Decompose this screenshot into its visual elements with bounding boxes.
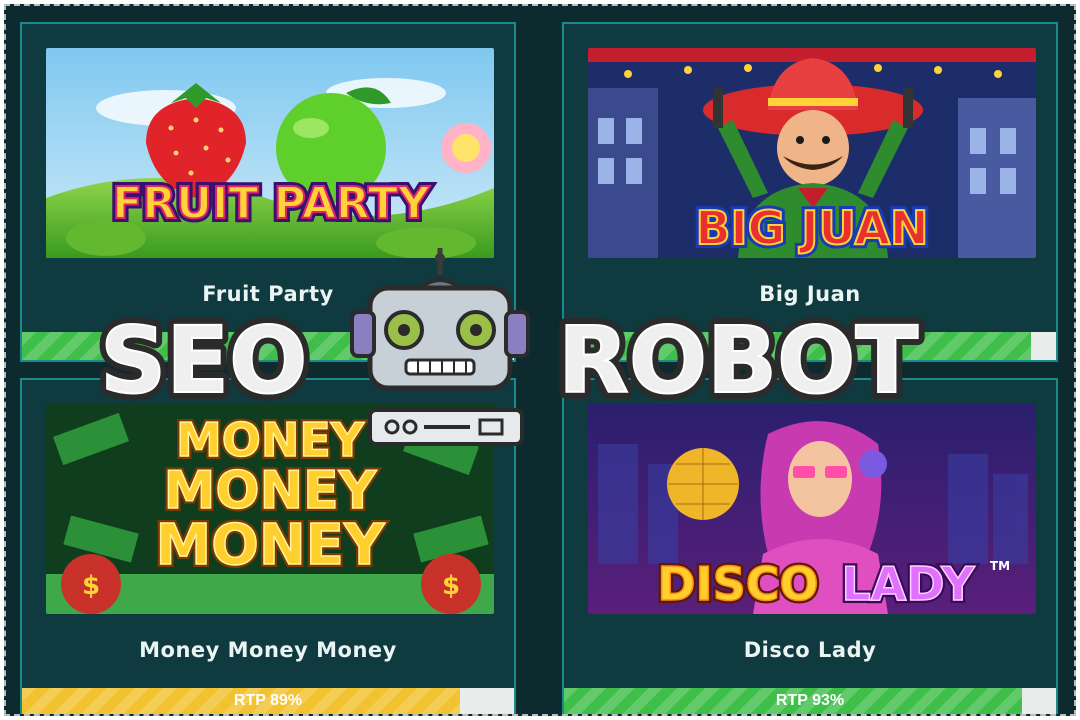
- disco-lady-art: DISCO DISCO LADY LADY TM: [588, 404, 1036, 614]
- money-logo-line-1: MONEY: [176, 413, 365, 467]
- game-thumbnail[interactable]: DISCO DISCO LADY LADY TM: [588, 404, 1036, 614]
- fruit-party-logo: FRUIT PARTY: [112, 178, 431, 229]
- rtp-bar-fill: [22, 332, 490, 360]
- rtp-bar: RTP 93%: [564, 688, 1056, 714]
- rtp-bar: [22, 332, 514, 360]
- rtp-label: RTP 89%: [233, 692, 303, 709]
- game-card-fruit-party[interactable]: FRUIT PARTY FRUIT PARTY Fruit Party: [20, 22, 516, 362]
- game-thumbnail[interactable]: $ $ MONEY MONEY MONEY MONEY MONEY MONEY: [46, 404, 494, 614]
- game-title[interactable]: Disco Lady: [564, 638, 1056, 662]
- money-money-money-art: $ $ MONEY MONEY MONEY MONEY MONEY MONEY: [46, 404, 494, 614]
- game-card-money-money-money[interactable]: $ $ MONEY MONEY MONEY MONEY MONEY MONEY …: [20, 378, 516, 714]
- game-thumbnail[interactable]: FRUIT PARTY FRUIT PARTY: [46, 48, 494, 258]
- fruit-party-art: FRUIT PARTY FRUIT PARTY: [46, 48, 494, 258]
- disco-logo-word-1: DISCO: [657, 557, 818, 611]
- game-title[interactable]: Fruit Party: [22, 282, 514, 306]
- disco-logo-word-2: LADY: [841, 557, 975, 611]
- rtp-bar: [564, 332, 1056, 360]
- game-card-big-juan[interactable]: BIG JUAN BIG JUAN Big Juan: [562, 22, 1058, 362]
- svg-text:$: $: [82, 571, 100, 601]
- big-juan-logo: BIG JUAN: [695, 201, 928, 255]
- big-juan-art: BIG JUAN BIG JUAN: [588, 48, 1036, 258]
- rtp-bar-fill: [564, 332, 1032, 360]
- game-thumbnail[interactable]: BIG JUAN BIG JUAN: [588, 48, 1036, 258]
- screenshot-frame: FRUIT PARTY FRUIT PARTY Fruit Party BIG …: [4, 4, 1076, 716]
- game-title[interactable]: Money Money Money: [22, 638, 514, 662]
- game-card-disco-lady[interactable]: DISCO DISCO LADY LADY TM Disco Lady RTP …: [562, 378, 1058, 714]
- rtp-bar: RTP 89%: [22, 688, 514, 714]
- game-title[interactable]: Big Juan: [564, 282, 1056, 306]
- money-logo-line-2: MONEY: [164, 461, 378, 521]
- money-logo-line-3: MONEY: [155, 513, 385, 578]
- trademark-mark: TM: [990, 559, 1010, 573]
- svg-text:$: $: [442, 571, 460, 601]
- rtp-label: RTP 93%: [775, 692, 845, 709]
- game-grid: FRUIT PARTY FRUIT PARTY Fruit Party BIG …: [14, 14, 1066, 714]
